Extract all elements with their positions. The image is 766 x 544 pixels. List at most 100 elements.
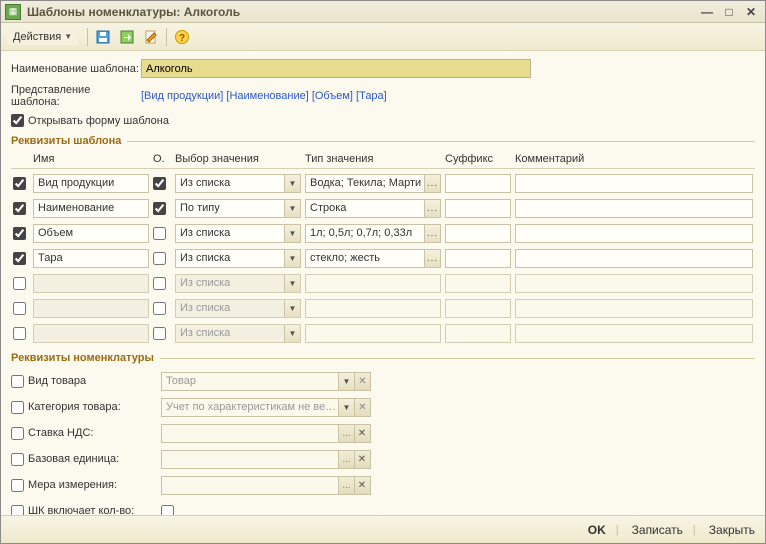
row-required-checkbox[interactable] (153, 252, 166, 265)
nom-label-vat-rate: Ставка НДС: (28, 427, 93, 439)
chevron-down-icon[interactable]: ▼ (284, 175, 300, 192)
chevron-down-icon[interactable]: ▼ (284, 225, 300, 242)
row-required-checkbox[interactable] (153, 327, 166, 340)
clear-icon[interactable]: ✕ (354, 477, 370, 494)
ok-button[interactable]: OK (588, 523, 606, 537)
row-name-input (33, 274, 149, 293)
row-suffix-input[interactable] (445, 249, 511, 268)
template-name-input[interactable] (141, 59, 531, 78)
nom-value-checkbox-bc-includes-qty[interactable] (161, 505, 174, 516)
row-required-checkbox[interactable] (153, 202, 166, 215)
clear-icon[interactable]: ✕ (354, 451, 370, 468)
row-select-mode-dropdown[interactable]: Из списка ▼ (175, 174, 301, 193)
actions-menu-button[interactable]: Действия ▼ (7, 29, 78, 45)
toolbar-save-button[interactable] (92, 26, 114, 48)
row-enable-checkbox[interactable] (13, 227, 26, 240)
window-close-button[interactable]: ✕ (741, 5, 761, 19)
row-suffix-input[interactable] (445, 174, 511, 193)
window-maximize-button[interactable]: □ (719, 5, 739, 19)
empty-comment-cell (515, 274, 753, 293)
row-enable-checkbox[interactable] (13, 202, 26, 215)
row-name-input[interactable] (33, 224, 149, 243)
ellipsis-button[interactable]: ... (338, 477, 354, 494)
nom-value-measure[interactable]: ...✕ (161, 476, 371, 495)
row-enable-checkbox[interactable] (13, 327, 26, 340)
clear-icon[interactable]: ✕ (354, 399, 370, 416)
toolbar-edit-button[interactable] (140, 26, 162, 48)
actions-label: Действия (13, 31, 61, 43)
close-button[interactable]: Закрыть (709, 523, 755, 537)
row-type-value[interactable]: стекло; жесть... (305, 249, 441, 268)
row-suffix-input[interactable] (445, 224, 511, 243)
row-required-checkbox[interactable] (153, 177, 166, 190)
nom-label-product-type: Вид товара (28, 375, 86, 387)
row-select-mode-dropdown[interactable]: Из списка ▼ (175, 224, 301, 243)
open-form-checkbox[interactable] (11, 114, 24, 127)
row-name-input[interactable] (33, 174, 149, 193)
row-type-value[interactable]: Водка; Текила; Марти... (305, 174, 441, 193)
green-arrow-icon (119, 29, 135, 45)
row-comment-input[interactable] (515, 174, 753, 193)
clear-icon[interactable]: ✕ (354, 425, 370, 442)
help-icon: ? (174, 29, 190, 45)
row-comment-input[interactable] (515, 224, 753, 243)
chevron-down-icon: ▼ (64, 32, 72, 41)
row-select-mode-dropdown[interactable]: По типу ▼ (175, 199, 301, 218)
header-o: О. (151, 153, 173, 165)
dropdown-value: Из списка (180, 277, 230, 289)
row-required-checkbox[interactable] (153, 302, 166, 315)
dropdown-value: Учет по характеристикам не ведется (166, 401, 336, 413)
header-suf: Суффикс (443, 153, 513, 165)
nom-dropdown-product-category[interactable]: Учет по характеристикам не ведется▼✕ (161, 398, 371, 417)
row-enable-checkbox[interactable] (13, 277, 26, 290)
representation-value: [Вид продукции] [Наименование] [Объем] [… (141, 90, 387, 102)
row-enable-checkbox[interactable] (13, 252, 26, 265)
row-enable-checkbox[interactable] (13, 177, 26, 190)
nom-checkbox-product-category[interactable] (11, 401, 24, 414)
dropdown-value: По типу (180, 202, 220, 214)
window-minimize-button[interactable]: ― (697, 5, 717, 19)
button-separator: | (616, 524, 619, 536)
toolbar-help-button[interactable]: ? (171, 26, 193, 48)
nomenclature-row-base-unit: Базовая единица:...✕ (11, 448, 755, 470)
row-type-value[interactable]: 1л; 0,5л; 0,7л; 0,33л... (305, 224, 441, 243)
empty-suffix-cell (445, 299, 511, 318)
row-type-value[interactable]: Строка... (305, 199, 441, 218)
nom-checkbox-measure[interactable] (11, 479, 24, 492)
dropdown-value: Из списка (180, 177, 230, 189)
nom-checkbox-vat-rate[interactable] (11, 427, 24, 440)
chevron-down-icon[interactable]: ▼ (284, 200, 300, 217)
nom-dropdown-product-type[interactable]: Товар▼✕ (161, 372, 371, 391)
row-select-mode-dropdown[interactable]: Из списка▼ (175, 249, 301, 268)
row-comment-input[interactable] (515, 249, 753, 268)
nom-checkbox-product-type[interactable] (11, 375, 24, 388)
row-name-input[interactable] (33, 199, 149, 218)
grid-row: По типу ▼ Строка... (11, 197, 755, 219)
toolbar-next-button[interactable] (116, 26, 138, 48)
chevron-down-icon[interactable]: ▼ (338, 399, 354, 416)
clear-icon[interactable]: ✕ (354, 373, 370, 390)
row-required-checkbox[interactable] (153, 277, 166, 290)
row-comment-input[interactable] (515, 199, 753, 218)
row-enable-checkbox[interactable] (13, 302, 26, 315)
ellipsis-button[interactable]: ... (424, 225, 440, 242)
save-button[interactable]: Записать (632, 523, 683, 537)
nom-value-vat-rate[interactable]: ...✕ (161, 424, 371, 443)
chevron-down-icon[interactable]: ▼ (338, 373, 354, 390)
ellipsis-button[interactable]: ... (338, 451, 354, 468)
row-name-input[interactable] (33, 249, 149, 268)
ellipsis-button[interactable]: ... (424, 200, 440, 217)
svg-text:?: ? (179, 33, 185, 44)
dropdown-value: Из списка (180, 227, 230, 239)
ellipsis-button[interactable]: ... (424, 175, 440, 192)
nom-checkbox-base-unit[interactable] (11, 453, 24, 466)
nom-checkbox-bc-includes-qty[interactable] (11, 505, 24, 516)
chevron-down-icon[interactable]: ▼ (284, 250, 300, 267)
template-props-grid: Имя О. Выбор значения Тип значения Суффи… (11, 153, 755, 344)
floppy-icon (95, 29, 111, 45)
ellipsis-button[interactable]: ... (424, 250, 440, 267)
row-required-checkbox[interactable] (153, 227, 166, 240)
ellipsis-button[interactable]: ... (338, 425, 354, 442)
row-suffix-input[interactable] (445, 199, 511, 218)
nom-value-base-unit[interactable]: ...✕ (161, 450, 371, 469)
